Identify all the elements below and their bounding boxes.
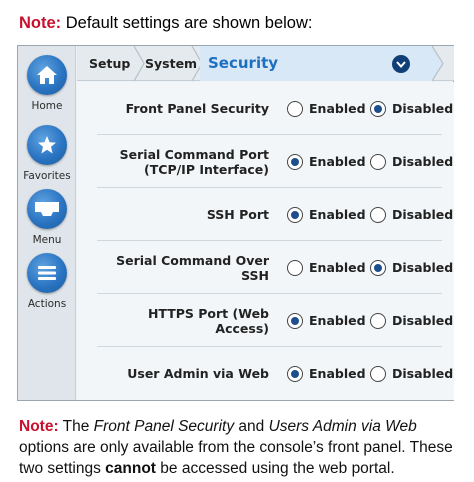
sidebar: Home Favorites Menu Actions bbox=[18, 46, 76, 400]
sidebar-item-label: Actions bbox=[27, 298, 67, 310]
chevron-right-icon bbox=[432, 46, 444, 81]
setting-row-serial-command-port: Serial Command Port (TCP/IP Interface) E… bbox=[97, 135, 453, 188]
setting-row-user-admin-via-web: User Admin via Web Enabled Disabled bbox=[97, 347, 453, 400]
bottom-note: Note: The Front Panel Security and Users… bbox=[19, 416, 464, 479]
setting-row-https-port: HTTPS Port (Web Access) Enabled Disabled bbox=[97, 294, 453, 347]
sidebar-item-actions[interactable]: Actions bbox=[18, 253, 76, 310]
radio-disabled[interactable]: Disabled bbox=[370, 294, 453, 347]
home-icon bbox=[27, 55, 67, 95]
top-note: Note: Default settings are shown below: bbox=[19, 13, 312, 33]
radio-disabled[interactable]: Disabled bbox=[370, 135, 453, 188]
radio-circle bbox=[287, 153, 303, 170]
breadcrumb-setup[interactable]: Setup bbox=[89, 46, 130, 81]
setting-label: SSH Port bbox=[206, 207, 269, 222]
radio-label: Disabled bbox=[392, 101, 454, 116]
radio-label: Disabled bbox=[392, 154, 454, 169]
note-label: Note: bbox=[19, 14, 62, 32]
radio-circle bbox=[287, 312, 303, 329]
radio-circle bbox=[287, 259, 303, 276]
radio-enabled[interactable]: Enabled bbox=[287, 294, 366, 347]
note-strong: cannot bbox=[105, 460, 156, 477]
setting-label: User Admin via Web bbox=[127, 366, 269, 381]
breadcrumb: Setup System Security bbox=[77, 46, 454, 81]
sidebar-item-label: Menu bbox=[32, 234, 62, 246]
sidebar-item-label: Favorites bbox=[23, 170, 71, 182]
note-emphasis: Users Admin via Web bbox=[268, 418, 417, 435]
radio-label: Enabled bbox=[309, 260, 366, 275]
radio-enabled[interactable]: Enabled bbox=[287, 347, 366, 400]
radio-disabled[interactable]: Disabled bbox=[370, 82, 453, 135]
note-text: Default settings are shown below: bbox=[61, 14, 313, 32]
radio-label: Enabled bbox=[309, 313, 366, 328]
radio-label: Enabled bbox=[309, 154, 366, 169]
chevron-down-icon[interactable] bbox=[392, 55, 410, 73]
radio-label: Disabled bbox=[392, 207, 454, 222]
breadcrumb-system[interactable]: System bbox=[145, 46, 197, 81]
star-icon bbox=[27, 125, 67, 165]
breadcrumb-current: Security bbox=[208, 54, 279, 72]
radio-circle bbox=[287, 206, 303, 223]
setting-label: Serial Command Over SSH bbox=[116, 252, 269, 283]
setting-label: HTTPS Port (Web Access) bbox=[147, 305, 269, 336]
radio-circle bbox=[287, 100, 303, 117]
radio-circle bbox=[370, 153, 386, 170]
radio-circle bbox=[287, 365, 303, 382]
radio-label: Enabled bbox=[309, 207, 366, 222]
note-label: Note: bbox=[19, 418, 59, 435]
radio-circle bbox=[370, 259, 386, 276]
radio-label: Enabled bbox=[309, 101, 366, 116]
setting-row-ssh-port: SSH Port Enabled Disabled bbox=[97, 188, 453, 241]
sidebar-item-label: Home bbox=[31, 100, 63, 112]
radio-label: Disabled bbox=[392, 366, 454, 381]
settings-panel: Home Favorites Menu Actions Setup System bbox=[17, 45, 454, 401]
chevron-right-icon bbox=[133, 46, 145, 81]
radio-label: Enabled bbox=[309, 366, 366, 381]
sidebar-item-home[interactable]: Home bbox=[18, 55, 76, 112]
radio-enabled[interactable]: Enabled bbox=[287, 188, 366, 241]
sidebar-item-favorites[interactable]: Favorites bbox=[18, 125, 76, 182]
radio-circle bbox=[370, 100, 386, 117]
radio-circle bbox=[370, 365, 386, 382]
note-text: be accessed using the web portal. bbox=[155, 460, 395, 477]
radio-label: Disabled bbox=[392, 313, 454, 328]
radio-circle bbox=[370, 206, 386, 223]
radio-enabled[interactable]: Enabled bbox=[287, 135, 366, 188]
setting-row-serial-command-over-ssh: Serial Command Over SSH Enabled Disabled bbox=[97, 241, 453, 294]
settings-list: Front Panel Security Enabled Disabled Se… bbox=[77, 82, 454, 400]
list-icon bbox=[27, 253, 67, 293]
radio-disabled[interactable]: Disabled bbox=[370, 241, 453, 294]
setting-row-front-panel-security: Front Panel Security Enabled Disabled bbox=[97, 82, 453, 135]
setting-label: Serial Command Port (TCP/IP Interface) bbox=[119, 146, 269, 177]
menu-icon bbox=[27, 189, 67, 229]
radio-disabled[interactable]: Disabled bbox=[370, 188, 453, 241]
setting-label: Front Panel Security bbox=[125, 101, 269, 116]
radio-label: Disabled bbox=[392, 260, 454, 275]
radio-enabled[interactable]: Enabled bbox=[287, 82, 366, 135]
radio-disabled[interactable]: Disabled bbox=[370, 347, 453, 400]
note-emphasis: Front Panel Security bbox=[93, 418, 235, 435]
note-text: and bbox=[234, 418, 269, 435]
radio-enabled[interactable]: Enabled bbox=[287, 241, 366, 294]
radio-circle bbox=[370, 312, 386, 329]
sidebar-item-menu[interactable]: Menu bbox=[18, 189, 76, 246]
note-text: The bbox=[58, 418, 94, 435]
